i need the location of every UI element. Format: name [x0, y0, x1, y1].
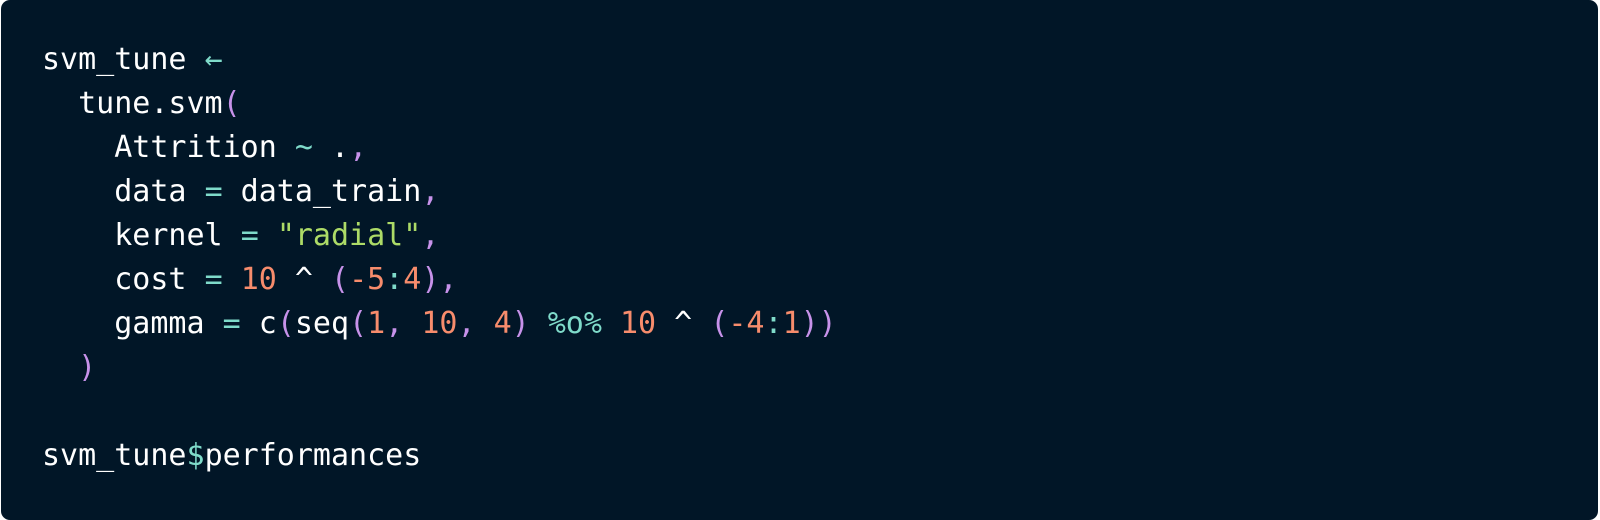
code-token-operator: = — [222, 306, 241, 341]
code-token-identifier — [602, 306, 620, 341]
code-token-paren: , — [439, 262, 458, 297]
code-token-operator: ~ — [294, 130, 313, 165]
code-token-dollar: $ — [186, 438, 205, 473]
code-token-paren: ( — [349, 306, 368, 341]
code-token-number: 1 — [367, 306, 386, 341]
code-token-identifier — [259, 218, 277, 253]
code-token-paren: ( — [710, 306, 729, 341]
code-token-operator: %o% — [547, 306, 602, 341]
code-line: Attrition ~ ., — [42, 126, 837, 170]
code-line: cost = 10 ^ (-5:4), — [42, 258, 837, 302]
code-token-identifier: svm_tune — [42, 42, 205, 77]
code-token-number: 4 — [493, 306, 512, 341]
code-token-identifier: c — [240, 306, 277, 341]
code-token-number: 1 — [782, 306, 801, 341]
code-token-identifier: tune.svm — [42, 86, 223, 121]
code-token-identifier: cost — [42, 262, 205, 297]
code-token-operator: : — [385, 262, 404, 297]
code-line: svm_tune$performances — [42, 434, 837, 478]
code-token-paren: , — [421, 218, 440, 253]
code-line: data = data_train, — [42, 170, 837, 214]
code-token-number: -5 — [349, 262, 386, 297]
code-token-number: 10 — [240, 262, 277, 297]
code-token-identifier: seq — [294, 306, 350, 341]
code-line: gamma = c(seq(1, 10, 4) %o% 10 ^ (-4:1)) — [42, 302, 837, 346]
code-token-number: 10 — [421, 306, 458, 341]
code-token-identifier: ^ — [656, 306, 711, 341]
code-line: tune.svm( — [42, 82, 837, 126]
code-token-number: -4 — [728, 306, 765, 341]
code-token-identifier: gamma — [42, 306, 223, 341]
code-token-identifier: kernel — [42, 218, 241, 253]
code-token-operator: : — [764, 306, 783, 341]
code-token-paren: , — [385, 306, 422, 341]
code-token-number: 4 — [403, 262, 422, 297]
code-token-identifier: ^ — [276, 262, 331, 297]
code-token-identifier: data_train — [222, 174, 422, 209]
code-line: ) — [42, 346, 837, 390]
code-token-paren: ) — [78, 350, 97, 385]
code-token-number: 10 — [620, 306, 657, 341]
code-token-paren: , — [349, 130, 368, 165]
code-token-operator: = — [204, 174, 223, 209]
code-token-identifier — [530, 306, 548, 341]
code-token-identifier: data — [42, 174, 205, 209]
code-token-operator: ← — [204, 42, 223, 77]
code-token-identifier — [223, 262, 241, 297]
code-token-identifier: svm_tune — [42, 438, 187, 473]
code-line: kernel = "radial", — [42, 214, 837, 258]
code-token-operator: = — [240, 218, 259, 253]
code-token-paren: ( — [276, 306, 295, 341]
code-token-paren: , — [421, 174, 440, 209]
code-token-paren: , — [457, 306, 494, 341]
code-token-paren: ) — [511, 306, 530, 341]
code-token-identifier — [42, 350, 78, 385]
code-block: svm_tune ← tune.svm( Attrition ~ ., data… — [1, 0, 1598, 520]
code-token-paren: ) — [421, 262, 440, 297]
code-token-operator: = — [204, 262, 223, 297]
code-token-paren: ( — [331, 262, 350, 297]
code-listing: svm_tune ← tune.svm( Attrition ~ ., data… — [42, 38, 837, 478]
code-token-paren: ( — [222, 86, 241, 121]
code-token-string: "radial" — [276, 218, 422, 253]
code-line: svm_tune ← — [42, 38, 837, 82]
code-token-paren: )) — [800, 306, 837, 341]
code-token-identifier: performances — [204, 438, 422, 473]
code-token-identifier: Attrition — [42, 130, 295, 165]
code-token-identifier: . — [312, 130, 350, 165]
